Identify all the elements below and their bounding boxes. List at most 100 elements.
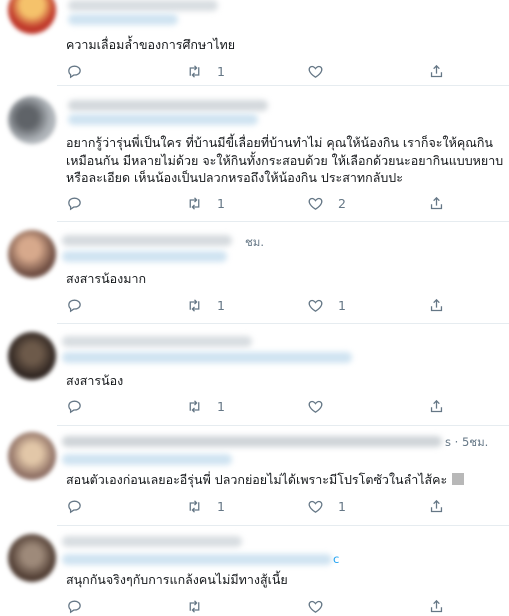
like-button[interactable]: 1	[307, 295, 346, 315]
share-icon	[430, 499, 443, 512]
reply-button[interactable]	[66, 61, 97, 81]
like-count: 2	[338, 195, 346, 211]
author-name-blurred	[62, 536, 242, 547]
share-icon	[430, 399, 443, 412]
retweet-icon	[189, 64, 200, 78]
tweet[interactable]: s · 5ชม. สอนตัวเองก่อนเลยอะอีรุ่นพี่ ปลว…	[0, 426, 509, 526]
reply-button[interactable]	[66, 596, 83, 616]
reply-icon	[68, 500, 81, 513]
tweet-text: อยากรู้ว่ารุ่นพี่เป็นใคร ที่บ้านมีขี้เลื…	[66, 134, 503, 187]
tweet-text-line: ความเลื่อมล้ำของการศึกษาไทย	[66, 37, 236, 52]
heart-icon	[308, 600, 323, 613]
retweet-icon	[189, 499, 200, 513]
author-name-blurred	[62, 336, 252, 347]
like-button[interactable]: 2	[307, 193, 346, 213]
tweet-timestamp[interactable]: s · 5ชม.	[445, 434, 488, 452]
reply-button[interactable]	[66, 295, 97, 315]
retweet-icon	[189, 196, 200, 210]
author-handle-blurred	[62, 251, 227, 262]
like-button[interactable]	[307, 61, 338, 81]
tweet-text-line: อยากรู้ว่ารุ่นพี่เป็นใคร ที่บ้านมีขี้เลื…	[66, 135, 493, 150]
tweet-text: ความเลื่อมล้ำของการศึกษาไทย	[66, 36, 235, 54]
retweet-count: 1	[217, 195, 225, 211]
retweet-count: 1	[217, 297, 225, 313]
redaction-block	[452, 473, 464, 485]
heart-icon	[308, 500, 323, 513]
tweet-actions: 1	[66, 396, 456, 416]
tweet[interactable]: สงสารน้อง 1	[0, 324, 509, 426]
tweet-text-line: สงสารน้อง	[66, 373, 124, 388]
share-button[interactable]	[428, 193, 445, 213]
share-button[interactable]	[428, 596, 445, 616]
tweet-text: สงสารน้อง	[66, 372, 123, 390]
tweet-text: สอนตัวเองก่อนเลยอะอีรุ่นพี่ ปลวกย่อยไม่ไ…	[66, 471, 459, 489]
heart-icon	[308, 65, 323, 78]
reply-icon	[68, 65, 81, 78]
tweet-actions: 1 1	[66, 496, 456, 516]
avatar[interactable]	[8, 0, 56, 34]
heart-icon	[308, 197, 323, 210]
tweet-text-line: สนุกกันจริงๆกับการแกล้งคนไม่มีทางสู้เนี้…	[66, 572, 288, 587]
tweet[interactable]: c สนุกกันจริงๆกับการแกล้งคนไม่มีทางสู้เน…	[0, 526, 509, 613]
tweet-text-line: เหมือนกัน มีหลายไม่ด้วย จะให้กินทั้งกระส…	[66, 152, 504, 168]
tweet[interactable]: อยากรู้ว่ารุ่นพี่เป็นใคร ที่บ้านมีขี้เลื…	[0, 86, 509, 222]
avatar[interactable]	[8, 534, 56, 582]
avatar[interactable]	[8, 432, 56, 480]
share-button[interactable]	[428, 496, 445, 516]
avatar[interactable]	[8, 230, 56, 278]
like-button[interactable]	[307, 596, 324, 616]
retweet-count: 1	[217, 63, 225, 79]
author-handle-blurred	[62, 454, 232, 465]
author-handle-blurred	[62, 352, 352, 363]
author-handle-blurred	[68, 114, 258, 125]
retweet-button[interactable]: 1	[186, 61, 225, 81]
like-button[interactable]: 1	[307, 496, 346, 516]
share-icon	[430, 64, 443, 77]
share-icon	[430, 599, 443, 612]
like-count: 1	[338, 498, 346, 514]
reply-icon	[68, 400, 81, 413]
retweet-button[interactable]: 1	[186, 295, 225, 315]
share-button[interactable]	[428, 396, 445, 416]
author-name-blurred	[62, 235, 232, 246]
tweet-text-line: สงสารน้องมาก	[66, 271, 147, 286]
reply-icon	[68, 299, 81, 312]
retweet-icon	[189, 399, 200, 413]
heart-icon	[308, 400, 323, 413]
share-icon	[430, 196, 443, 209]
share-button[interactable]	[428, 61, 445, 81]
tweet-text-line: หรือละเอียด เห็นน้องเป็นปลวกหรอถึงให้น้อ…	[66, 170, 403, 185]
retweet-count: 1	[217, 498, 225, 514]
reply-button[interactable]	[66, 496, 97, 516]
retweet-button[interactable]: 1	[186, 396, 225, 416]
heart-icon	[308, 299, 323, 312]
tweet-actions	[66, 596, 456, 616]
tweet-text: สงสารน้องมาก	[66, 270, 146, 288]
retweet-button[interactable]: 1	[186, 496, 225, 516]
avatar[interactable]	[8, 332, 56, 380]
retweet-icon	[189, 298, 200, 312]
author-handle-blurred	[62, 554, 332, 565]
reply-button[interactable]	[66, 396, 97, 416]
like-count: 1	[338, 297, 346, 313]
author-handle-blurred	[68, 14, 178, 25]
retweet-button[interactable]: 1	[186, 193, 225, 213]
tweet-text-line: สอนตัวเองก่อนเลยอะอีรุ่นพี่ ปลวกย่อยไม่ไ…	[66, 472, 459, 487]
like-button[interactable]	[307, 396, 338, 416]
link-fragment[interactable]: c	[333, 552, 339, 566]
author-name-blurred	[68, 0, 218, 11]
tweet-actions: 1 2	[66, 193, 456, 213]
author-name-blurred	[62, 436, 442, 447]
tweet-timestamp[interactable]: ชม.	[245, 234, 264, 252]
retweet-icon	[189, 599, 200, 613]
tweet-actions: 1 1	[66, 295, 456, 315]
tweet[interactable]: ชม. สงสารน้องมาก 1 1	[0, 222, 509, 324]
share-button[interactable]	[428, 295, 445, 315]
reply-button[interactable]	[66, 193, 97, 213]
tweet-actions: 1	[66, 61, 456, 81]
tweet[interactable]: ความเลื่อมล้ำของการศึกษาไทย 1	[0, 0, 509, 86]
reply-icon	[68, 600, 81, 613]
author-name-blurred	[68, 100, 268, 111]
avatar[interactable]	[8, 96, 56, 144]
retweet-button[interactable]	[186, 596, 203, 616]
